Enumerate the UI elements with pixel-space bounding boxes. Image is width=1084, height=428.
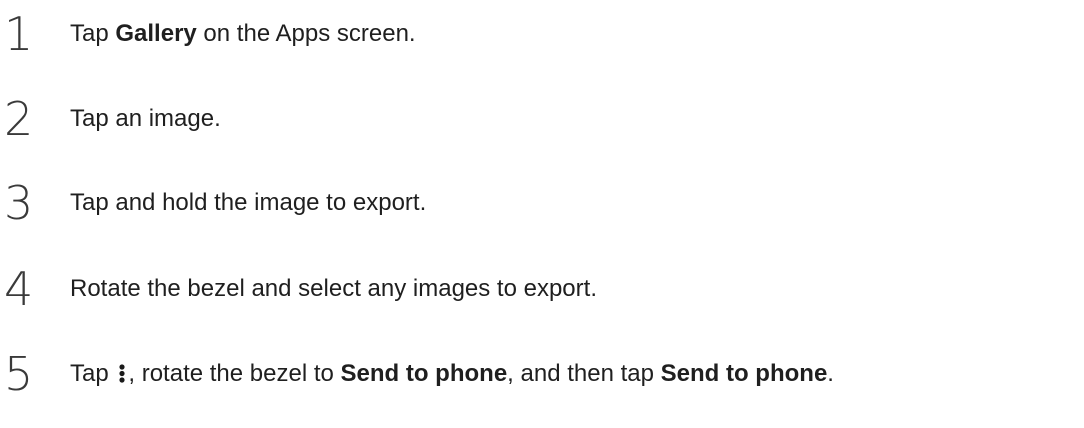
- step-text: Rotate the bezel and select any images t…: [70, 275, 597, 302]
- instruction-steps: 1 Tap Gallery on the Apps screen. 2 Tap …: [0, 0, 1084, 428]
- send-to-phone-label: Send to phone: [660, 360, 828, 387]
- send-to-phone-label: Send to phone: [340, 360, 508, 387]
- step-text: Tap an image.: [70, 105, 221, 132]
- step-number: 2: [4, 92, 34, 146]
- step-text: Tap Gallery on the Apps screen.: [70, 20, 416, 47]
- step-number: 4: [4, 262, 34, 316]
- more-options-icon: [119, 364, 125, 383]
- gallery-label: Gallery: [115, 20, 197, 47]
- step-number: 1: [4, 7, 34, 61]
- step-text: Tap and hold the image to export.: [70, 189, 427, 216]
- step-text: Tap , rotate the bezel to Send to phone,…: [70, 360, 834, 387]
- step-number: 5: [4, 347, 34, 401]
- step-number: 3: [4, 176, 34, 230]
